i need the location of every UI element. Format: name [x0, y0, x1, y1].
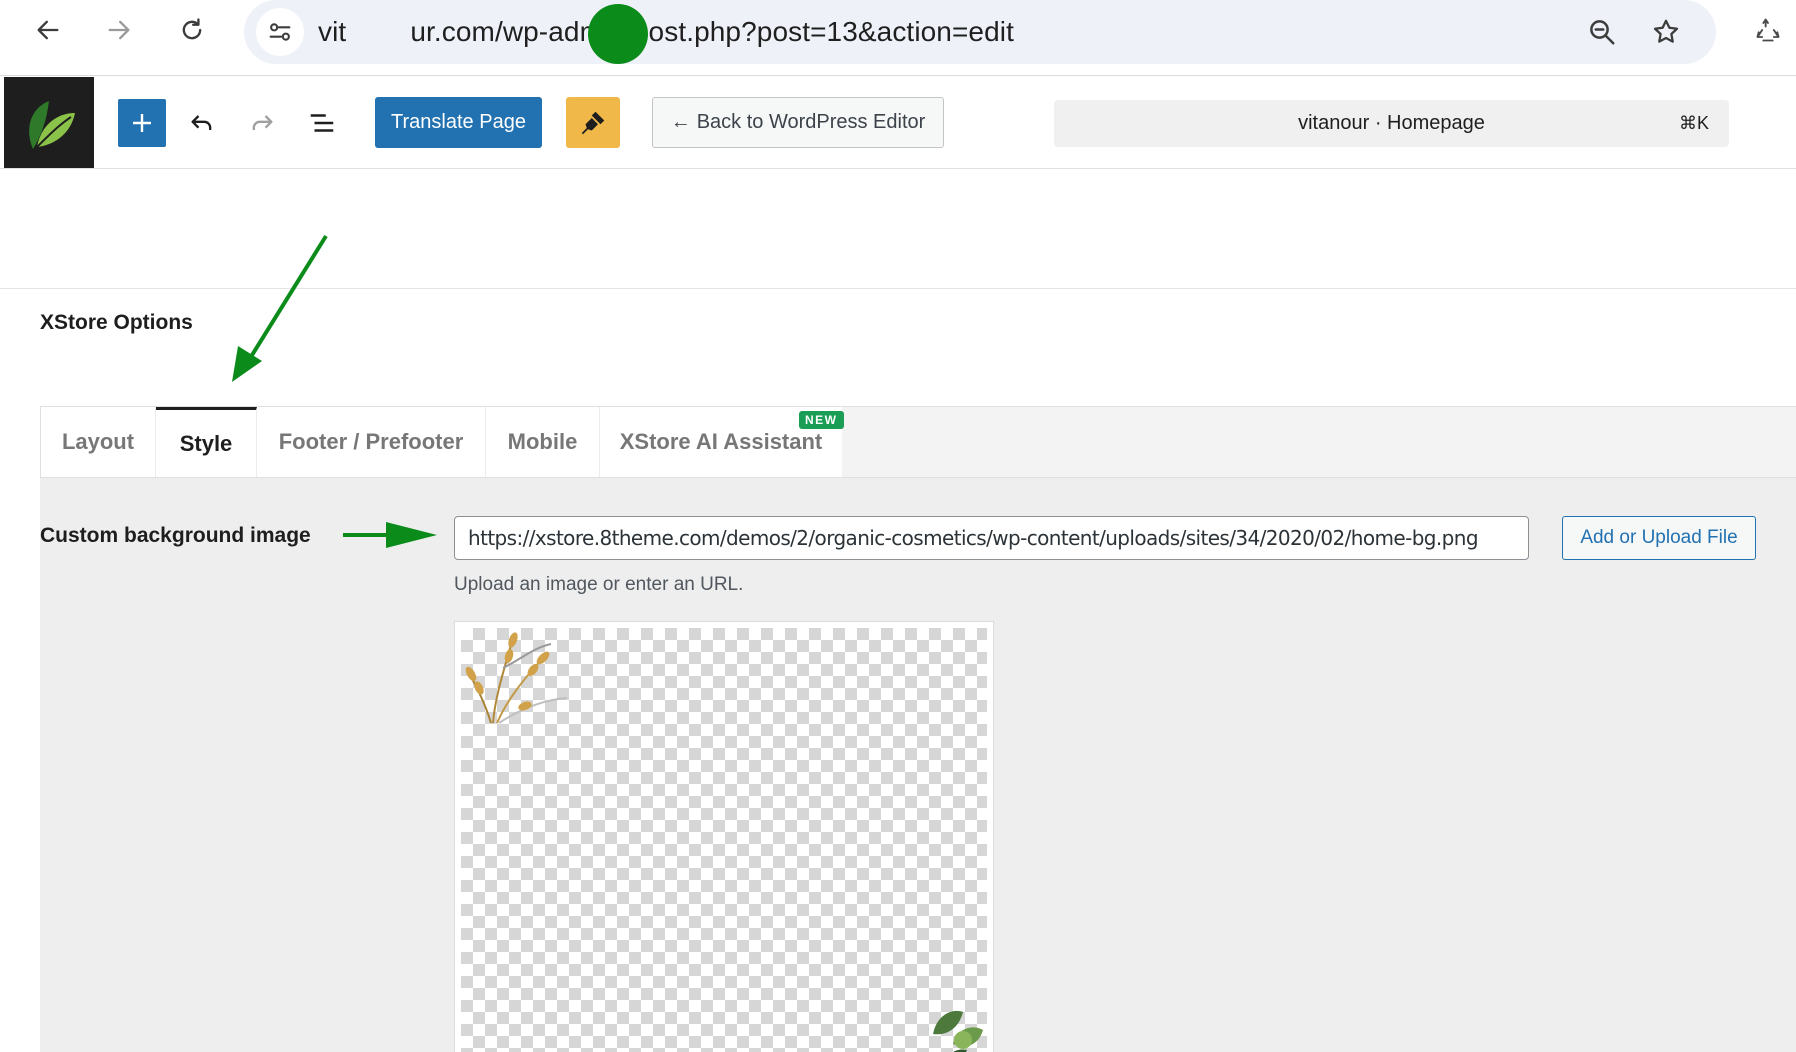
tab-mobile-label: Mobile	[507, 429, 578, 454]
site-logo-leaf-icon[interactable]	[4, 77, 94, 168]
editor-toolbar: Translate Page ← Back to WordPress Edito…	[0, 77, 1796, 169]
zoom-icon[interactable]	[1584, 14, 1620, 50]
back-arrow-icon[interactable]	[26, 12, 70, 48]
back-to-editor-label: Back to WordPress Editor	[696, 111, 926, 133]
custom-bg-label: Custom background image	[40, 524, 311, 547]
tab-footer-prefooter[interactable]: Footer / Prefooter	[257, 407, 486, 477]
command-shortcut: ⌘K	[1678, 113, 1709, 133]
undo-icon[interactable]	[178, 99, 226, 147]
bookmark-star-icon[interactable]	[1648, 14, 1684, 50]
add-block-button[interactable]	[118, 99, 166, 147]
redaction-dot	[588, 4, 648, 64]
upload-hint: Upload an image or enter an URL.	[454, 574, 744, 595]
transparent-checkerboard	[461, 628, 987, 1052]
meta-box-title: XStore Options	[40, 311, 193, 334]
add-upload-file-button[interactable]: Add or Upload File	[1562, 516, 1756, 560]
browser-bar: vit ur.com/wp-admin/post.php?post=13&acti…	[0, 0, 1796, 76]
tab-layout[interactable]: Layout	[41, 407, 156, 477]
translate-page-button[interactable]: Translate Page	[375, 97, 542, 148]
document-overview-icon[interactable]	[298, 99, 346, 147]
site-settings-icon[interactable]	[256, 8, 304, 56]
options-tabs: Layout Style Footer / Prefooter Mobile X…	[40, 406, 1796, 478]
new-badge: NEW	[799, 411, 844, 429]
url-prefix: vit	[318, 16, 347, 47]
document-title: vitanour · Homepage	[1298, 112, 1485, 134]
leaf-decoration-icon	[933, 1010, 983, 1052]
back-arrow-small-icon: ←	[670, 111, 691, 133]
address-bar[interactable]: vit ur.com/wp-admin/post.php?post=13&acti…	[244, 0, 1716, 64]
url-suffix: ur.com/wp-admin/post.php?post=13&action=…	[410, 16, 1014, 47]
redo-icon[interactable]	[238, 99, 286, 147]
command-palette-bar[interactable]: vitanour · Homepage ⌘K	[1054, 100, 1729, 147]
tab-footer-label: Footer / Prefooter	[278, 429, 464, 454]
tab-layout-label: Layout	[61, 429, 135, 454]
back-to-editor-button[interactable]: ← Back to WordPress Editor	[652, 97, 944, 148]
wheat-decoration-icon	[465, 632, 568, 724]
forward-arrow-icon[interactable]	[97, 12, 141, 48]
url-text[interactable]: vit ur.com/wp-admin/post.php?post=13&acti…	[318, 16, 1014, 48]
tab-style[interactable]: Style	[156, 407, 257, 477]
style-brush-icon[interactable]	[566, 97, 620, 148]
xstore-options-panel: XStore Options Layout Style Footer / Pre…	[0, 290, 1796, 1052]
tab-style-label: Style	[179, 430, 233, 456]
custom-bg-url-input[interactable]	[454, 516, 1529, 560]
editor-canvas[interactable]	[0, 170, 1796, 289]
tab-ai-label: XStore AI Assistant	[619, 429, 823, 454]
style-tab-content: Custom background image Add or Upload Fi…	[40, 478, 1796, 1052]
reload-icon[interactable]	[170, 12, 214, 48]
extension-recycle-icon[interactable]	[1746, 12, 1790, 48]
image-preview[interactable]	[454, 621, 994, 1052]
tab-mobile[interactable]: Mobile	[486, 407, 600, 477]
